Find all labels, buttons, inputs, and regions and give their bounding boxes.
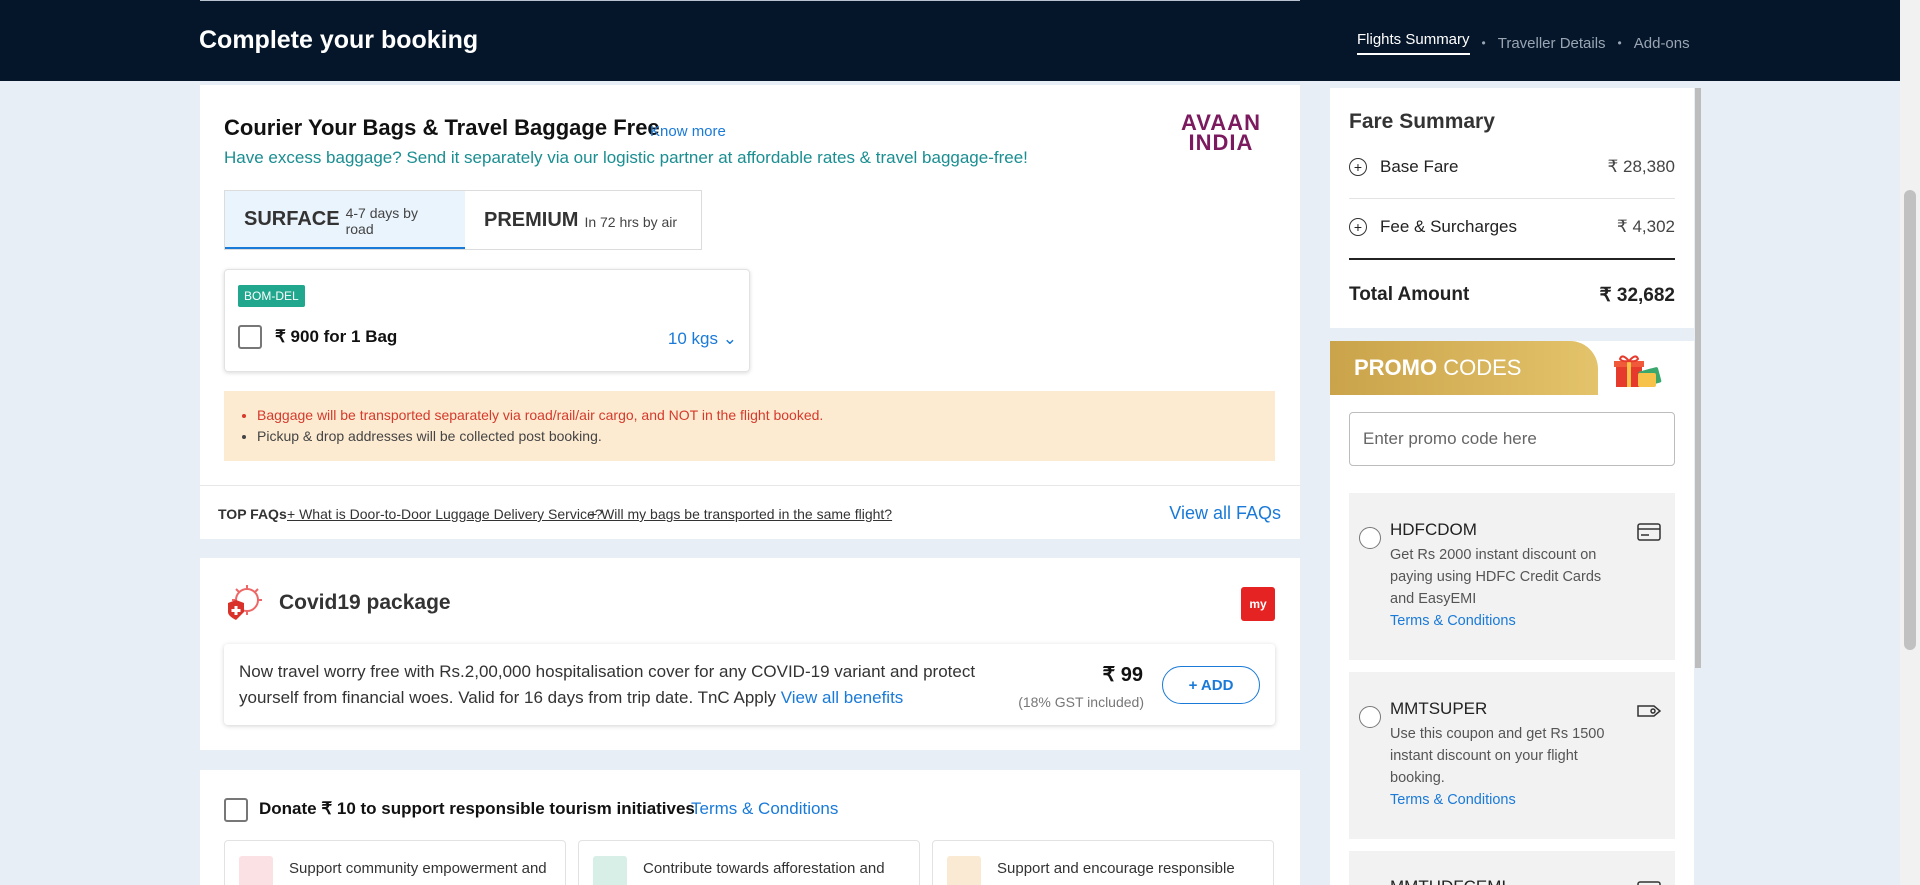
tab-desc: In 72 hrs by air [584,214,678,230]
donate-checkbox[interactable] [224,798,248,822]
plant-icon [593,856,627,885]
covid-title: Covid19 package [279,591,451,614]
know-more-link[interactable]: Know more [650,123,726,140]
header-divider [200,0,1300,1]
fare-label: Fee & Surcharges [1380,217,1518,236]
weight-dropdown[interactable]: 10 kgs ⌄ [668,329,737,349]
fare-value: ₹ 4,302 [1616,217,1675,236]
fare-row-base[interactable]: + Base Fare ₹ 28,380 [1349,157,1675,177]
step-traveller-details[interactable]: Traveller Details [1498,35,1606,52]
coupon-code: MMTSUPER [1390,699,1488,718]
covid-package-card: Covid19 package my Now travel worry free… [200,558,1300,750]
initiative-tile: Support community empowerment and [224,840,566,885]
coupon-radio[interactable] [1359,527,1381,549]
notice-item: Pickup & drop addresses will be collecte… [257,428,1275,444]
scrollbar-thumb[interactable] [1904,190,1916,650]
tab-premium[interactable]: PREMIUM In 72 hrs by air [465,191,696,249]
tile-text: Support and encourage responsible [997,860,1235,877]
donate-card: Donate ₹ 10 to support responsible touri… [200,770,1300,885]
avaan-india-logo: AVAAN INDIA [1181,112,1261,155]
page-scrollbar[interactable] [1900,0,1920,885]
baggage-title: Courier Your Bags & Travel Baggage Free [224,115,660,140]
initiative-tile: Support and encourage responsible [932,840,1274,885]
step-separator: • [1617,36,1622,50]
gst-note: (18% GST included) [1018,694,1144,710]
credit-card-icon [1637,523,1661,541]
faq-bar: TOP FAQs + What is Door-to-Door Luggage … [200,485,1300,539]
donate-terms-link[interactable]: Terms & Conditions [691,799,838,819]
tile-text: Support community empowerment and [289,860,547,877]
baggage-subtitle: Have excess baggage? Send it separately … [224,148,1028,167]
add-covid-button[interactable]: + ADD [1162,666,1260,704]
view-all-faqs-link[interactable]: View all FAQs [1169,503,1281,524]
coupon-code: MMTHDFCEMI [1390,877,1506,885]
page-title: Complete your booking [199,26,479,54]
tab-title: SURFACE [244,207,340,230]
total-amount-row: Total Amount ₹ 32,682 [1349,284,1675,307]
divider [1349,258,1675,260]
coupon-description: Use this coupon and get Rs 1500 instant … [1390,723,1610,811]
tab-title: PREMIUM [484,208,579,231]
promo-title: PROMO CODES [1354,355,1522,380]
booking-steps: Flights Summary • Traveller Details • Ad… [1357,31,1690,55]
coupon-option[interactable]: MMTHDFCEMI [1349,851,1675,885]
heritage-icon [947,856,981,885]
fare-label: Base Fare [1380,157,1459,176]
bag-price: ₹ 900 for 1 Bag [275,327,398,346]
covid-description: Now travel worry free with Rs.2,00,000 h… [239,659,999,711]
promo-header: PROMO CODES [1330,341,1694,395]
chevron-down-icon: ⌄ [722,329,737,348]
total-value: ₹ 32,682 [1599,285,1675,306]
tab-surface[interactable]: SURFACE 4-7 days by road [225,191,465,249]
expand-plus-icon: + [1349,218,1367,236]
route-option-box: BOM-DEL ₹ 900 for 1 Bag 10 kgs ⌄ [224,269,750,372]
divider [1349,198,1675,199]
sidebar-scrollbar[interactable] [1695,88,1701,668]
virus-shield-icon [228,585,262,620]
mmt-logo: my [1241,587,1275,621]
coupon-option[interactable]: MMTSUPER Use this coupon and get Rs 1500… [1349,672,1675,839]
tag-icon [1637,705,1661,717]
fare-summary-title: Fare Summary [1349,110,1495,133]
initiative-tile: Contribute towards afforestation and [578,840,920,885]
coupon-option[interactable]: HDFCDOM Get Rs 2000 instant discount on … [1349,493,1675,660]
coupon-code: HDFCDOM [1390,520,1477,539]
step-separator: • [1481,36,1486,50]
gift-icon [1614,355,1662,387]
promo-codes-card: PROMO CODES HDFCDOM Get Rs 2000 instant … [1330,341,1694,885]
step-flights-summary[interactable]: Flights Summary [1357,31,1470,55]
fare-summary-card: Fare Summary + Base Fare ₹ 28,380 + Fee … [1330,88,1694,328]
covid-price: ₹ 99 [1102,664,1143,686]
faq-link[interactable]: + What is Door-to-Door Luggage Delivery … [287,506,603,522]
credit-card-icon [1637,881,1661,885]
coupon-description: Get Rs 2000 instant discount on paying u… [1390,544,1610,632]
covid-offer-box: Now travel worry free with Rs.2,00,000 h… [224,644,1275,725]
expand-plus-icon: + [1349,158,1367,176]
weight-value: 10 kgs [667,329,719,348]
fare-value: ₹ 28,380 [1607,157,1675,176]
view-all-benefits-link[interactable]: View all benefits [781,688,904,707]
faq-link[interactable]: + Will my bags be transported in the sam… [589,506,892,522]
baggage-notice: Baggage will be transported separately v… [224,391,1275,461]
community-icon [239,856,273,885]
tab-desc: 4-7 days by road [345,205,418,237]
top-header: Complete your booking Flights Summary • … [0,0,1900,81]
baggage-courier-card: Courier Your Bags & Travel Baggage Free … [200,85,1300,539]
delivery-mode-tabs: SURFACE 4-7 days by road PREMIUM In 72 h… [224,190,702,250]
route-badge: BOM-DEL [238,285,305,307]
total-label: Total Amount [1349,284,1470,305]
logo-line2: INDIA [1188,130,1254,155]
fare-row-fees[interactable]: + Fee & Surcharges ₹ 4,302 [1349,217,1675,237]
coupon-terms-link[interactable]: Terms & Conditions [1390,789,1610,811]
coupon-terms-link[interactable]: Terms & Conditions [1390,610,1610,632]
coupon-radio[interactable] [1359,706,1381,728]
promo-code-input[interactable] [1349,412,1675,466]
faq-label: TOP FAQs [218,506,287,522]
notice-item: Baggage will be transported separately v… [257,407,1275,423]
donate-text: Donate ₹ 10 to support responsible touri… [259,799,695,818]
tile-text: Contribute towards afforestation and [643,860,885,877]
step-add-ons[interactable]: Add-ons [1634,35,1690,52]
bag-checkbox[interactable] [238,325,262,349]
